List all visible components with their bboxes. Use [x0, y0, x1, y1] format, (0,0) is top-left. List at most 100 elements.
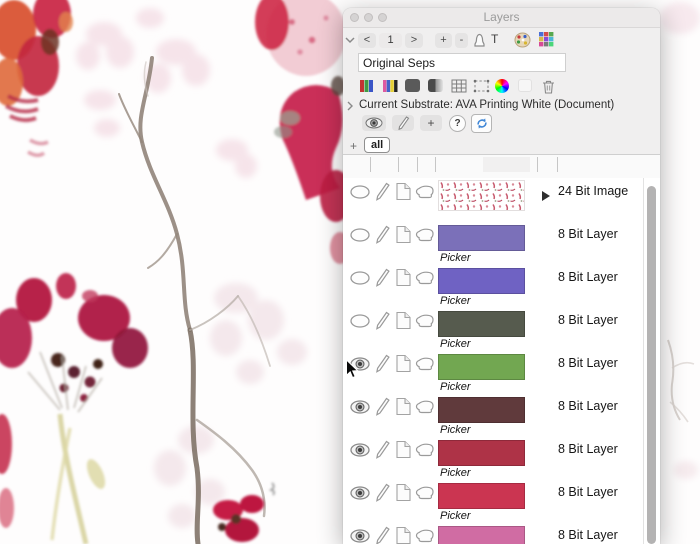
add-tag-button[interactable]: + [350, 139, 357, 153]
layer-row[interactable]: Picker 8 Bit Layer [343, 479, 643, 522]
display-mode-bar [343, 78, 660, 96]
minimize-button[interactable] [364, 13, 373, 22]
page-icon[interactable] [395, 182, 413, 201]
gradient-icon[interactable] [428, 79, 443, 92]
mosaic-icon[interactable] [539, 32, 554, 47]
picker-label: Picker [440, 295, 471, 307]
remove-button[interactable]: - [455, 33, 468, 48]
layer-type-label: 8 Bit Layer [558, 227, 618, 241]
layer-swatch[interactable] [438, 397, 525, 423]
lasso-icon[interactable] [415, 443, 436, 459]
page-icon[interactable] [395, 440, 413, 459]
pencil-icon[interactable] [374, 526, 391, 544]
panel-titlebar[interactable]: Layers [343, 8, 660, 28]
substrate-label: Current Substrate: AVA Printing White (D… [359, 99, 615, 111]
layer-swatch[interactable] [438, 311, 525, 337]
column-tick [398, 157, 399, 172]
eye-icon[interactable] [349, 442, 371, 458]
layer-swatch[interactable] [438, 225, 525, 251]
grid-icon[interactable] [451, 79, 467, 93]
eye-icon[interactable] [349, 528, 371, 544]
layer-swatch[interactable] [438, 180, 525, 211]
grayscale-icon[interactable] [405, 79, 420, 92]
scrollbar-track[interactable] [643, 178, 660, 544]
blank-icon[interactable] [518, 79, 532, 92]
pencil-icon[interactable] [374, 311, 391, 330]
page-icon[interactable] [395, 354, 413, 373]
page-icon[interactable] [395, 526, 413, 544]
pencil-icon[interactable] [374, 397, 391, 416]
prev-page-button[interactable]: < [358, 33, 376, 48]
marquee-icon[interactable] [473, 79, 490, 93]
eye-icon[interactable] [349, 270, 371, 286]
layer-swatch[interactable] [438, 483, 525, 509]
lasso-icon[interactable] [415, 228, 436, 244]
lasso-icon[interactable] [415, 271, 436, 287]
picker-label: Picker [440, 338, 471, 350]
scrollbar-thumb[interactable] [647, 186, 656, 544]
lasso-icon[interactable] [415, 314, 436, 330]
pencil-icon[interactable] [374, 182, 391, 201]
layer-row[interactable]: Picker 8 Bit Layer [343, 307, 643, 350]
all-tag[interactable]: all [364, 137, 391, 153]
eye-icon[interactable] [349, 313, 371, 329]
pencil-icon[interactable] [374, 268, 391, 287]
expand-arrow[interactable] [542, 191, 550, 201]
layer-swatch[interactable] [438, 354, 525, 380]
pencil-icon[interactable] [374, 225, 391, 244]
color-wheel-icon[interactable] [495, 79, 509, 93]
eye-icon[interactable] [349, 399, 371, 415]
pencil-icon[interactable] [374, 483, 391, 502]
help-icon[interactable]: ? [449, 115, 466, 132]
close-button[interactable] [350, 13, 359, 22]
layer-swatch[interactable] [438, 268, 525, 294]
chevron-down-icon[interactable] [345, 37, 355, 44]
layer-row[interactable]: Picker 8 Bit Layer [343, 221, 643, 264]
column-tick [370, 157, 371, 172]
lasso-icon[interactable] [415, 486, 436, 502]
picker-label: Picker [440, 252, 471, 264]
layer-swatch[interactable] [438, 526, 525, 544]
lasso-icon[interactable] [415, 185, 436, 201]
layer-row[interactable]: Picker 8 Bit Layer [343, 436, 643, 479]
sync-icon[interactable] [471, 114, 492, 133]
layer-swatch[interactable] [438, 440, 525, 466]
layer-type-label: 8 Bit Layer [558, 485, 618, 499]
layer-row[interactable]: Picker 8 Bit Layer [343, 350, 643, 393]
text-tool-button[interactable]: T [491, 32, 498, 46]
add-layer-button[interactable]: + [420, 115, 442, 131]
page-icon[interactable] [395, 225, 413, 244]
page-icon[interactable] [395, 397, 413, 416]
pencil-icon[interactable] [374, 440, 391, 459]
palette-icon[interactable] [514, 32, 531, 48]
trash-icon[interactable] [541, 79, 556, 94]
eye-icon[interactable] [349, 184, 371, 200]
lasso-icon[interactable] [415, 357, 436, 373]
pencil-icon[interactable] [374, 354, 391, 373]
page-icon[interactable] [395, 268, 413, 287]
layer-row[interactable]: 24 Bit Image [343, 178, 643, 221]
cmyk-separations-icon[interactable] [382, 79, 398, 93]
chevron-right-icon[interactable] [347, 101, 354, 111]
toolbar: < 1 > + - T [343, 31, 660, 51]
shape-tool-icon[interactable] [471, 32, 488, 49]
layer-row[interactable]: Picker 8 Bit Layer [343, 522, 643, 544]
page-icon[interactable] [395, 483, 413, 502]
lasso-icon[interactable] [415, 400, 436, 416]
layer-row[interactable]: Picker 8 Bit Layer [343, 264, 643, 307]
lasso-icon[interactable] [415, 529, 436, 544]
pencil-button[interactable] [392, 115, 414, 131]
layers-panel: Layers < 1 > + - T Original Seps Current… [343, 8, 660, 544]
eye-icon[interactable] [349, 227, 371, 243]
separation-name-input[interactable] [358, 53, 566, 72]
layer-row[interactable]: Picker 8 Bit Layer [343, 393, 643, 436]
zoom-button[interactable] [378, 13, 387, 22]
eye-button[interactable] [362, 115, 386, 131]
page-icon[interactable] [395, 311, 413, 330]
next-page-button[interactable]: > [405, 33, 423, 48]
eye-icon[interactable] [349, 485, 371, 501]
rgb-separations-icon[interactable] [359, 79, 374, 93]
add-button[interactable]: + [435, 33, 452, 48]
page-number-field[interactable]: 1 [379, 33, 402, 48]
pencil-icon [398, 116, 410, 130]
